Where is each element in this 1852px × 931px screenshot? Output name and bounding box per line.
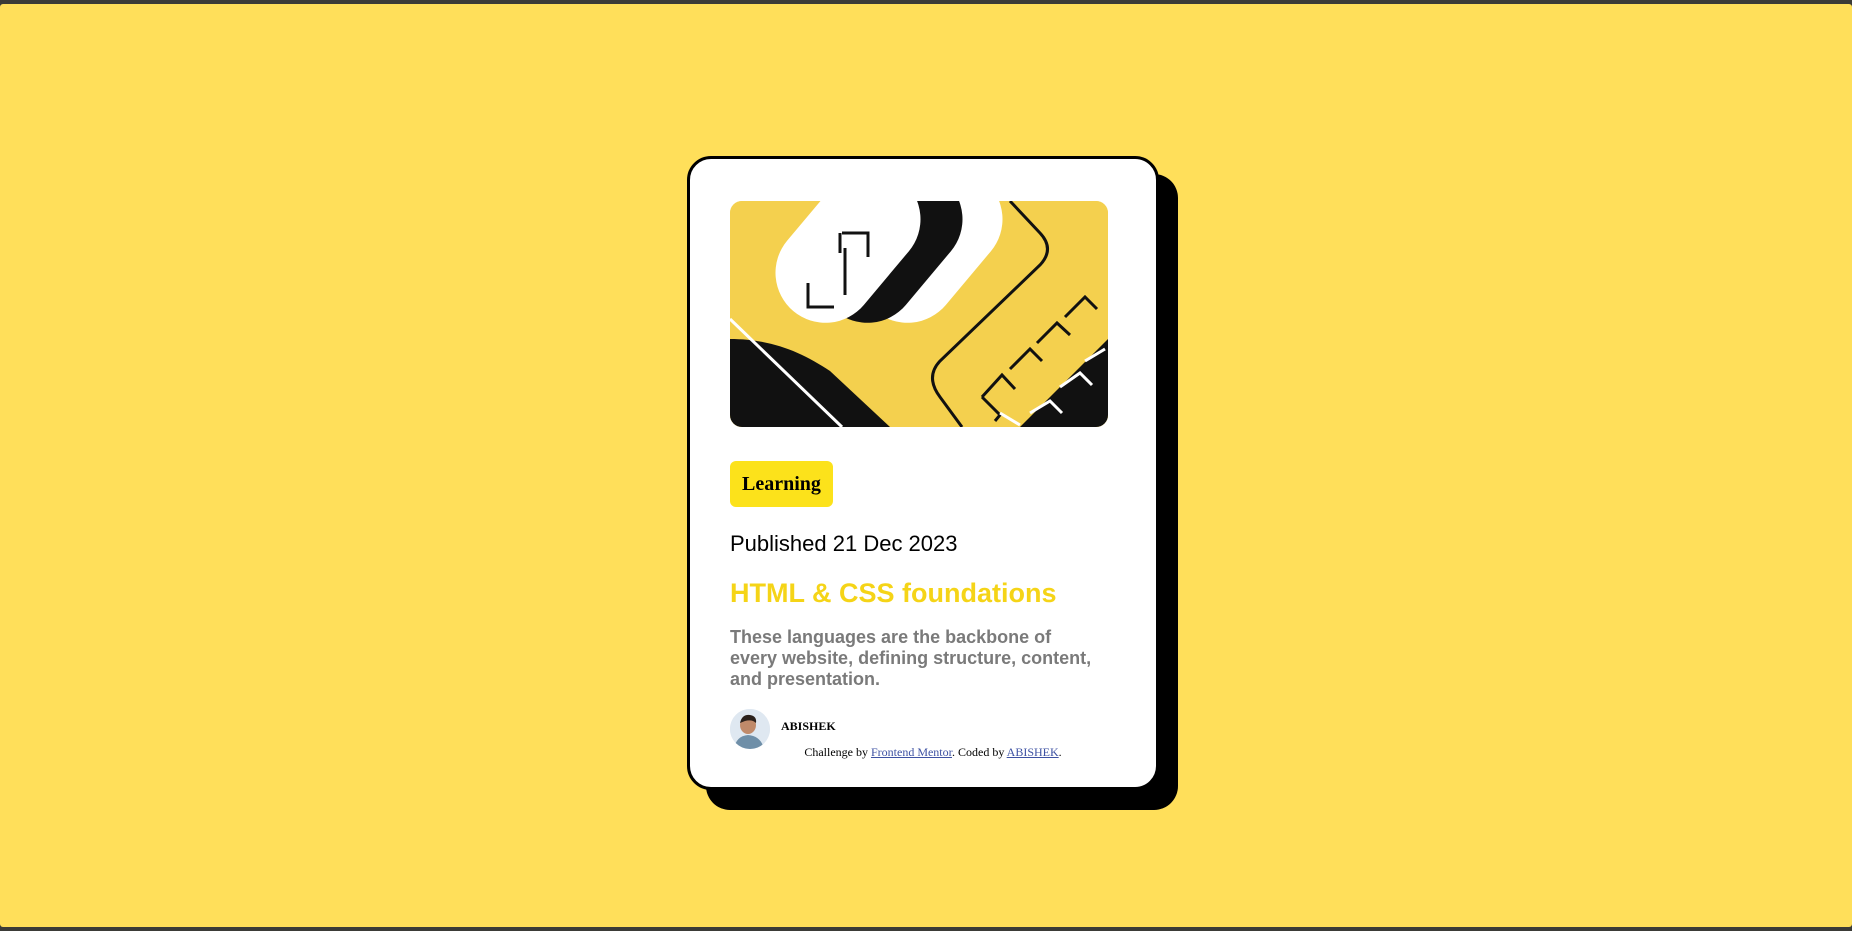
card-title[interactable]: HTML & CSS foundations	[730, 578, 1056, 609]
blog-preview-card: Learning Published 21 Dec 2023 HTML & CS…	[687, 156, 1159, 790]
card-description: These languages are the backbone of ever…	[730, 627, 1092, 689]
author-block: ABISHEK	[730, 709, 836, 749]
attribution-suffix: .	[1058, 745, 1062, 759]
author-name: ABISHEK	[781, 718, 836, 733]
author-avatar-icon	[730, 709, 770, 749]
category-tag: Learning	[730, 461, 833, 507]
frontend-mentor-link[interactable]: Frontend Mentor	[871, 745, 952, 759]
illustration-article-icon	[730, 201, 1108, 427]
coder-link[interactable]: ABISHEK	[1007, 745, 1059, 759]
attribution-middle: . Coded by	[951, 745, 1007, 759]
attribution-prefix: Challenge by	[804, 745, 871, 759]
page-background: Learning Published 21 Dec 2023 HTML & CS…	[0, 4, 1852, 927]
attribution: Challenge by Frontend Mentor. Coded by A…	[690, 745, 1162, 760]
published-date: Published 21 Dec 2023	[730, 531, 958, 556]
